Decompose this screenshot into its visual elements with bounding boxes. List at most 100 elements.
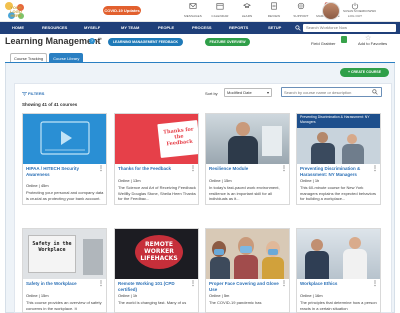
thumbnail-text: Thanks for the Feedback	[162, 126, 194, 148]
main-nav: HOME RESOURCES MYSELF MY TEAM PEOPLE PRO…	[0, 22, 400, 34]
add-to-favorites-link[interactable]: Add to Favorites	[358, 41, 387, 46]
feature-overview-button[interactable]: FEATURE OVERVIEW	[205, 38, 250, 46]
more-options-icon[interactable]: ⋮	[190, 281, 196, 287]
top-bar: YOUR LOGO HERE COVID-19 Updates MESSAGES…	[0, 0, 400, 22]
field-grabber-icon[interactable]	[341, 36, 347, 43]
course-thumbnail	[23, 114, 106, 164]
more-options-icon[interactable]: ⋮	[372, 166, 378, 172]
sort-value: Modified Date	[227, 90, 252, 95]
course-card[interactable]: REMOTE WORKER LIFEHACKS Remote Working 1…	[114, 228, 199, 313]
nav-item-myself[interactable]: MYSELF	[84, 22, 100, 34]
field-grabber-link[interactable]: Field Grabber	[311, 41, 335, 46]
review-link[interactable]: REVIEW	[261, 2, 287, 18]
nav-item-home[interactable]: HOME	[12, 22, 24, 34]
course-description: The Science and Art of Receiving Feedbac…	[118, 185, 196, 201]
course-title[interactable]: Preventing Discrimination & Harassment: …	[300, 166, 374, 177]
course-meta: Online | 5m	[209, 293, 230, 298]
calendar-label: CALENDAR	[211, 14, 229, 18]
course-meta: Online | 1h	[300, 178, 320, 183]
course-title[interactable]: Safety in the Workplace	[26, 281, 100, 287]
review-icon	[271, 2, 277, 10]
page-title: Learning Management	[5, 36, 101, 46]
learn-label: LEARN	[241, 14, 253, 18]
course-thumbnail	[297, 229, 380, 279]
course-thumbnail: Preventing Discrimination & Harassment: …	[297, 114, 380, 164]
course-card[interactable]: Preventing Discrimination & Harassment: …	[296, 113, 381, 205]
nav-item-reports[interactable]: REPORTS	[229, 22, 248, 34]
sort-label: Sort by	[205, 91, 218, 96]
course-card[interactable]: Workplace Ethics ⋮ Online | 16m The prin…	[296, 228, 381, 313]
messages-link[interactable]: MESSAGES	[180, 2, 206, 18]
covid-updates-button[interactable]: COVID-19 Updates	[103, 6, 141, 15]
tab-course-library[interactable]: Course Library	[49, 53, 84, 62]
course-thumbnail: Thanks for the Feedback	[115, 114, 198, 164]
more-options-icon[interactable]: ⋮	[281, 166, 287, 172]
filters-button[interactable]: FILTERS	[22, 91, 44, 96]
course-description: This course provides an overview of safe…	[26, 300, 102, 311]
course-description: The COVID-19 pandemic has	[209, 300, 262, 305]
course-card[interactable]: Resilience Module ⋮ Online | 15m In toda…	[205, 113, 290, 205]
course-title[interactable]: Proper Face Covering and Glove Use	[209, 281, 283, 292]
course-title[interactable]: Remote Working 101 (CPD certified)	[118, 281, 192, 292]
global-search-input[interactable]	[303, 24, 396, 32]
course-description: The world is changing fast. Many of us	[118, 300, 187, 305]
course-meta: Online | 45m	[26, 183, 49, 188]
course-thumbnail	[206, 114, 289, 164]
course-card[interactable]: HIPAA / HITECH Security Awareness ⋮ Onli…	[22, 113, 107, 205]
nav-item-my-team[interactable]: MY TEAM	[121, 22, 139, 34]
calendar-link[interactable]: CALENDAR	[207, 2, 233, 18]
course-meta: Online | 13m	[118, 178, 141, 183]
learn-link[interactable]: LEARN	[234, 2, 260, 18]
tab-course-tracking[interactable]: Course Tracking	[10, 53, 48, 62]
nav-item-people[interactable]: PEOPLE	[158, 22, 174, 34]
logout-label: LOG OUT	[347, 14, 363, 18]
course-title[interactable]: Resilience Module	[209, 166, 283, 172]
support-link[interactable]: SUPPORT	[288, 2, 314, 18]
more-options-icon[interactable]: ⋮	[190, 166, 196, 172]
avatar[interactable]	[322, 2, 340, 20]
support-label: SUPPORT	[293, 14, 309, 18]
page-tabs: Course Tracking Course Library	[10, 53, 84, 62]
lms-feedback-button[interactable]: LEARNING MANAGEMENT FEEDBACK	[108, 38, 183, 46]
course-card[interactable]: Safety in the Workplace Safety in the Wo…	[22, 228, 107, 313]
nav-item-setup[interactable]: SETUP	[268, 22, 281, 34]
filters-label: FILTERS	[28, 91, 45, 96]
more-options-icon[interactable]: ⋮	[98, 166, 104, 172]
more-options-icon[interactable]: ⋮	[281, 281, 287, 287]
nav-item-process[interactable]: PROCESS	[192, 22, 212, 34]
course-description: The principles that determine how a pers…	[300, 300, 377, 311]
course-card[interactable]: Proper Face Covering and Glove Use ⋮ Onl…	[205, 228, 290, 313]
create-course-button[interactable]: + CREATE COURSE	[340, 68, 389, 77]
video-player-icon	[40, 121, 90, 155]
thumbnail-text: REMOTE WORKER LIFEHACKS	[140, 241, 178, 262]
calendar-icon	[216, 3, 224, 10]
learn-icon	[243, 3, 251, 8]
course-meta: Online | 1h	[118, 293, 138, 298]
course-meta: Online | 15m	[26, 293, 49, 298]
course-meta: Online | 16m	[300, 293, 323, 298]
course-description: Protecting your personal and company dat…	[26, 190, 104, 201]
course-description: This 60-minute course for New York manag…	[300, 185, 377, 201]
help-icon[interactable]: ?	[89, 38, 95, 44]
course-card[interactable]: Thanks for the Feedback Thanks for the F…	[114, 113, 199, 205]
nav-item-resources[interactable]: RESOURCES	[42, 22, 67, 34]
more-options-icon[interactable]: ⋮	[372, 281, 378, 287]
course-search-input[interactable]	[281, 87, 382, 97]
search-icon[interactable]	[295, 25, 301, 31]
sort-select[interactable]: Modified Date ▾	[224, 88, 272, 97]
course-title[interactable]: Workplace Ethics	[300, 281, 374, 287]
review-label: REVIEW	[267, 14, 281, 18]
course-title[interactable]: HIPAA / HITECH Security Awareness	[26, 166, 100, 177]
messages-label: MESSAGES	[184, 14, 202, 18]
company-logo[interactable]: YOUR LOGO HERE	[5, 2, 27, 20]
course-count: Showing 41 of 41 courses	[22, 102, 78, 107]
course-thumbnail	[206, 229, 289, 279]
chevron-down-icon: ▾	[266, 90, 269, 95]
expand-icon[interactable]: ⤢	[97, 38, 102, 45]
course-thumbnail: REMOTE WORKER LIFEHACKS	[115, 229, 198, 279]
search-icon[interactable]	[372, 89, 378, 95]
user-name[interactable]: SUSAN M DEMKOWSKI	[343, 9, 376, 13]
envelope-icon	[189, 3, 197, 9]
more-options-icon[interactable]: ⋮	[98, 281, 104, 287]
course-title[interactable]: Thanks for the Feedback	[118, 166, 192, 172]
